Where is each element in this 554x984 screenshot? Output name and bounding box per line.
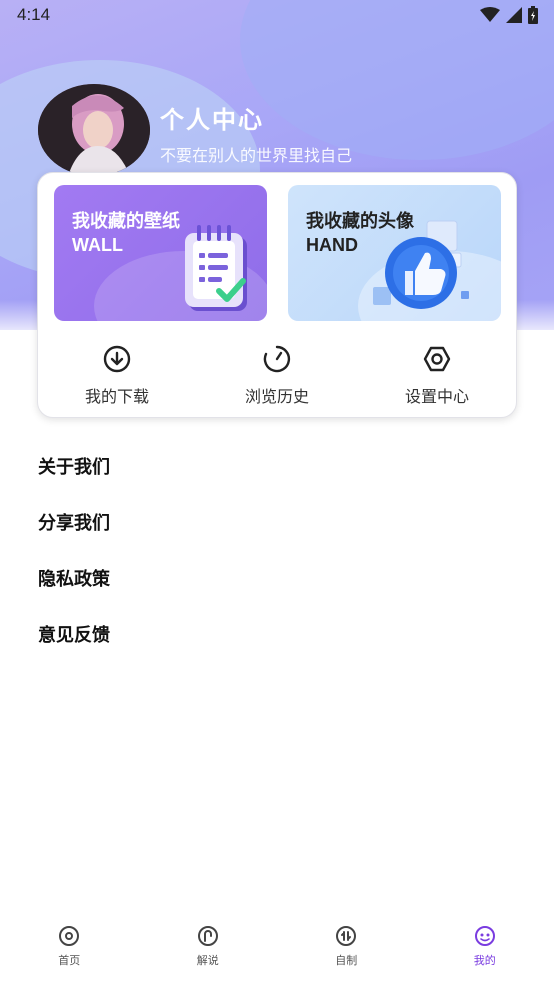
menu-item-share[interactable]: 分享我们 (38, 502, 110, 558)
favorite-avatars-card[interactable]: 我收藏的头像 HAND (288, 185, 501, 321)
home-icon (59, 926, 80, 946)
status-time: 4:14 (17, 5, 51, 24)
quick-action-label: 我的下载 (84, 387, 149, 406)
status-bar: 4:14 (0, 0, 554, 30)
wifi-icon (480, 7, 500, 22)
tab-label: 我的 (473, 954, 496, 967)
signal-icon (506, 7, 522, 23)
commentary-icon (197, 926, 218, 946)
menu-item-about[interactable]: 关于我们 (38, 446, 110, 502)
avatar[interactable] (38, 84, 150, 176)
bottom-tab-bar: 首页 解说 自制 我的 (0, 916, 554, 984)
quick-action-history[interactable]: 浏览历史 (217, 345, 337, 407)
quick-action-settings[interactable]: 设置中心 (377, 345, 497, 407)
diy-icon (336, 926, 357, 946)
profile-icon (474, 926, 495, 946)
menu-item-privacy[interactable]: 隐私政策 (38, 558, 110, 614)
history-icon (263, 345, 291, 373)
tab-label: 解说 (196, 954, 219, 967)
favorites-card: 我收藏的壁纸 WALL 我收藏的头像 HAND 我的下载 浏览历史 设置中心 (37, 172, 517, 418)
favorite-avatars-subtitle: HAND (306, 235, 358, 255)
settings-menu: 关于我们 分享我们 隐私政策 意见反馈 (38, 446, 110, 670)
page-title: 个人中心 (160, 106, 264, 134)
avatar-photo (38, 84, 150, 176)
quick-action-label: 设置中心 (404, 387, 469, 406)
quick-action-downloads[interactable]: 我的下载 (57, 345, 177, 407)
favorite-wallpapers-subtitle: WALL (72, 235, 123, 255)
battery-icon (528, 6, 538, 24)
tab-home[interactable]: 首页 (0, 916, 139, 984)
quick-action-label: 浏览历史 (244, 387, 309, 406)
tab-profile[interactable]: 我的 (416, 916, 554, 984)
menu-item-feedback[interactable]: 意见反馈 (38, 614, 110, 670)
page-subtitle: 不要在别人的世界里找自己 (160, 146, 353, 165)
tab-commentary[interactable]: 解说 (139, 916, 278, 984)
tab-diy[interactable]: 自制 (277, 916, 416, 984)
download-icon (103, 345, 131, 373)
favorite-wallpapers-title: 我收藏的壁纸 (72, 211, 180, 232)
settings-icon (423, 346, 451, 372)
favorite-wallpapers-card[interactable]: 我收藏的壁纸 WALL (54, 185, 267, 321)
tab-label: 自制 (335, 954, 358, 967)
notepad-icon (185, 225, 247, 311)
thumbs-up-icon (373, 220, 469, 309)
tab-label: 首页 (58, 954, 81, 967)
